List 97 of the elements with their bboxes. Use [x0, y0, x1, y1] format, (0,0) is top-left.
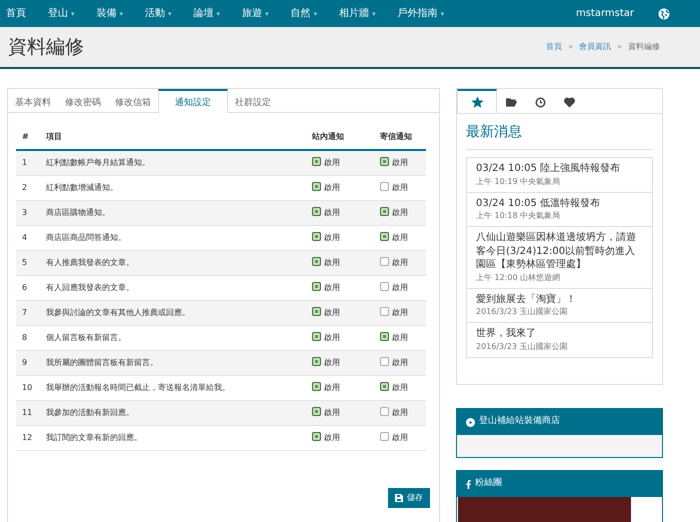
checkbox-label: 啟用: [324, 432, 340, 442]
checkbox-label: 啟用: [324, 358, 340, 366]
checkbox[interactable]: [312, 432, 321, 440]
save-button[interactable]: 儲存: [388, 488, 430, 508]
nav-link[interactable]: 首頁: [6, 6, 26, 21]
breadcrumb-link[interactable]: 會員資訊: [579, 41, 612, 53]
checkbox[interactable]: [380, 382, 389, 390]
table-cell: 12: [16, 425, 40, 450]
checkbox[interactable]: [312, 256, 321, 266]
checkbox[interactable]: [312, 282, 321, 290]
breadcrumb-separator: »: [568, 41, 574, 53]
checkbox[interactable]: [380, 306, 389, 316]
checkbox[interactable]: [312, 232, 321, 240]
checkbox-label: 啟用: [392, 432, 408, 442]
checkbox-label: 啟用: [392, 332, 408, 342]
table-cell: 11: [16, 400, 40, 425]
table-cell: 5: [16, 250, 40, 275]
checkbox-label: 啟用: [324, 182, 340, 192]
tab[interactable]: 社群設定: [228, 89, 278, 112]
checkbox-label: 啟用: [392, 282, 408, 292]
checkbox[interactable]: [380, 406, 389, 416]
table-cell: 我所屬的團體留言板有新留言。: [40, 350, 306, 375]
checkbox[interactable]: [312, 206, 321, 216]
news-meta: 上午 10:18 中央氣象局: [476, 210, 562, 222]
news-title[interactable]: 03/24 10:05 低溫特報發布: [476, 196, 643, 210]
tab[interactable]: 基本資料: [8, 89, 58, 112]
checkbox[interactable]: [380, 156, 389, 166]
checkbox[interactable]: [380, 182, 389, 190]
news-meta: 2016/3/23 玉山國家公園: [476, 306, 569, 318]
icon-tab[interactable]: [457, 89, 497, 113]
checkbox[interactable]: [312, 382, 321, 390]
table-cell: 有人推薦我發表的文章。: [40, 250, 306, 275]
table-cell: 我參與討論的文章有其他人推薦或回應。: [40, 300, 306, 325]
tab[interactable]: 修改信箱: [108, 89, 158, 112]
checkbox-label: 啟用: [324, 208, 340, 216]
table-cell: 7: [16, 300, 40, 325]
globe-icon[interactable]: [658, 8, 670, 20]
checkbox[interactable]: [380, 432, 389, 440]
checkbox-label: 啟用: [324, 282, 340, 292]
news-title[interactable]: 八仙山遊樂區因林道邊坡坍方，請遊客今日(3/24)12:00以前暫時勿進入園區【東勢林區管理處】: [476, 231, 643, 272]
page-title: 資料編修: [8, 36, 84, 58]
checkbox-label: 啟用: [392, 182, 408, 192]
news-meta: 上午 12:00 山林悠遊網: [476, 272, 562, 284]
checkbox[interactable]: [312, 156, 321, 166]
heart-icon: [564, 96, 575, 108]
table-cell: 我參加的活動有新回應。: [40, 400, 306, 425]
checkbox[interactable]: [312, 406, 321, 416]
table-cell: 3: [16, 200, 40, 225]
news-meta: 上午 10:19 中央氣象局: [476, 176, 562, 188]
table-cell: 1: [16, 150, 40, 175]
panel-title: 登山補給站裝備商店: [479, 415, 560, 428]
checkbox[interactable]: [312, 332, 321, 340]
checkbox-label: 啟用: [324, 232, 340, 242]
folder-icon: [506, 96, 517, 108]
checkbox-label: 啟用: [392, 408, 408, 416]
tab[interactable]: 通知設定: [158, 89, 228, 113]
breadcrumb-link[interactable]: 首頁: [546, 41, 562, 53]
section-title: 最新消息: [466, 122, 653, 150]
checkbox-label: 啟用: [324, 408, 340, 416]
news-title[interactable]: 03/24 10:05 陸上強風特報發布: [476, 162, 643, 176]
checkbox[interactable]: [380, 232, 389, 240]
checkbox-label: 啟用: [324, 158, 340, 167]
table-cell: 商店區購物通知。: [40, 200, 306, 225]
checkbox-label: 啟用: [324, 382, 340, 392]
panel-title: 粉絲團: [475, 477, 502, 490]
checkbox-label: 啟用: [392, 258, 408, 266]
checkbox[interactable]: [312, 306, 321, 316]
checkbox[interactable]: [380, 356, 389, 366]
clock-icon: [535, 96, 546, 108]
checkbox[interactable]: [380, 332, 389, 340]
checkbox-label: 啟用: [392, 208, 408, 216]
checkbox[interactable]: [380, 282, 389, 290]
checkbox[interactable]: [380, 256, 389, 266]
checkbox-label: 啟用: [392, 158, 408, 167]
table-cell: 我訂閱的文章有新的回應。: [40, 425, 306, 450]
checkbox-label: 啟用: [392, 358, 408, 366]
star-icon: [472, 96, 482, 108]
breadcrumb-current: 資料編修: [628, 41, 660, 53]
tab[interactable]: 修改密碼: [58, 89, 108, 112]
news-title[interactable]: 愛到旅展去「淘寶」！: [476, 292, 643, 306]
user-link[interactable]: mstarmstar: [576, 6, 634, 21]
checkbox-label: 啟用: [324, 258, 340, 266]
play-circle-icon: [466, 418, 475, 426]
breadcrumb-separator: »: [617, 41, 622, 53]
checkbox[interactable]: [380, 206, 389, 216]
checkbox-label: 啟用: [392, 382, 408, 392]
checkbox-label: 啟用: [392, 232, 408, 242]
news-title[interactable]: 世界，我來了: [476, 327, 643, 340]
table-cell: 9: [16, 350, 40, 375]
checkbox-label: 啟用: [324, 308, 340, 316]
checkbox[interactable]: [312, 356, 321, 366]
facebook-icon: [466, 480, 471, 488]
checkbox-label: 啟用: [324, 332, 340, 342]
table-cell: 紅利點數帳戶每月結算通知。: [40, 150, 306, 175]
news-meta: 2016/3/23 玉山國家公園: [476, 340, 569, 352]
checkbox-label: 啟用: [392, 308, 408, 316]
checkbox[interactable]: [312, 182, 321, 190]
